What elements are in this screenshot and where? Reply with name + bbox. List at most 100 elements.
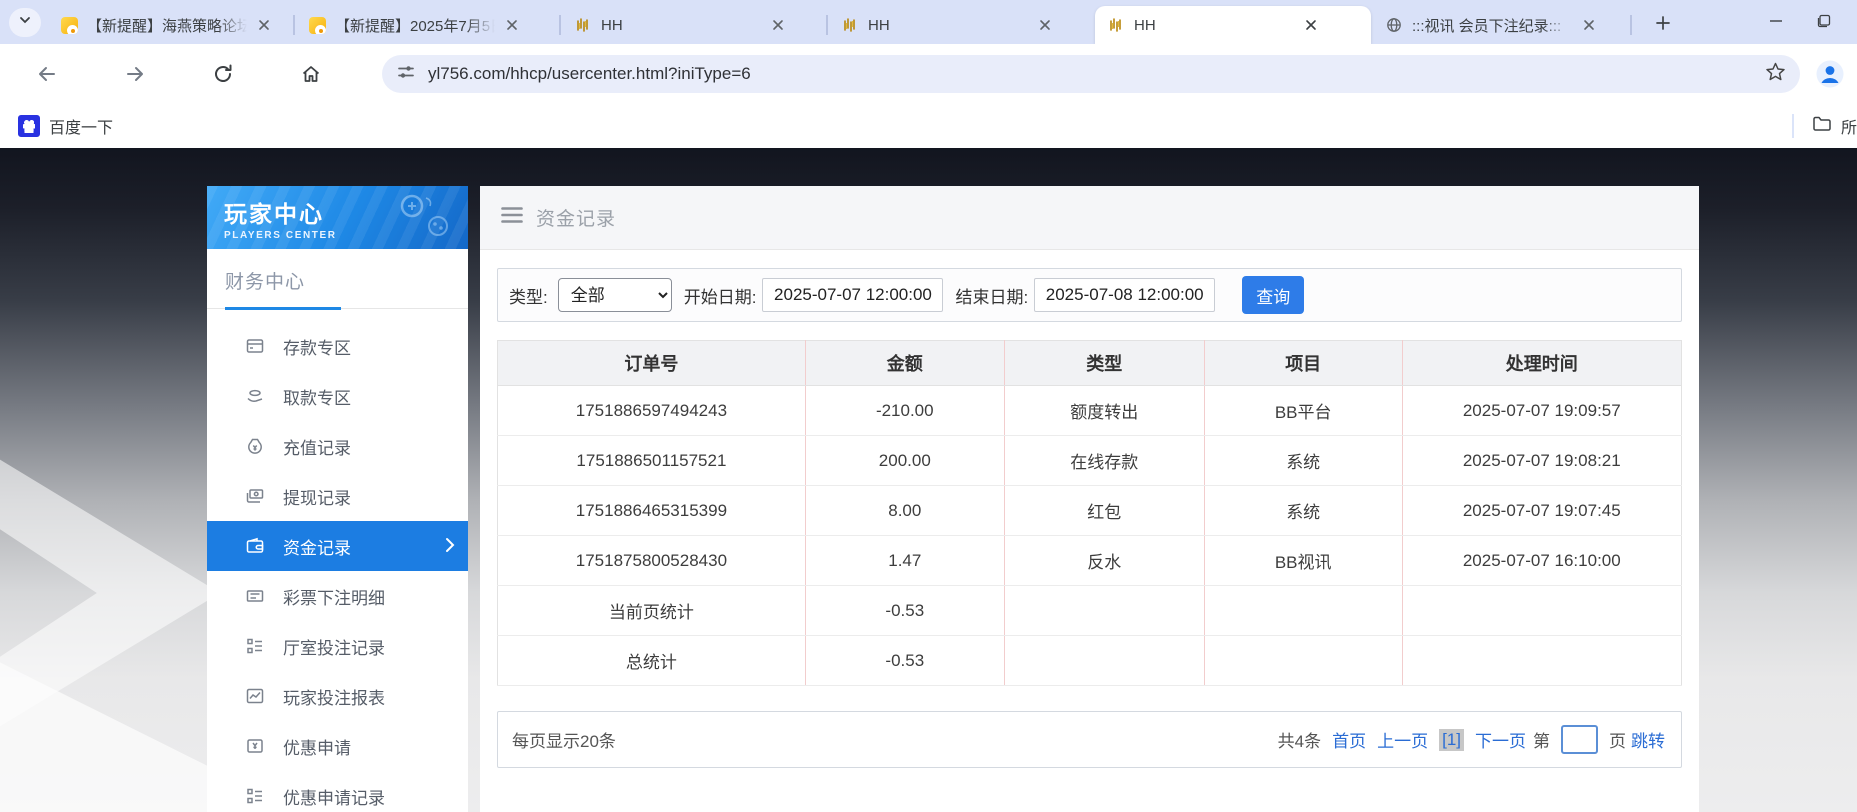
page-title: 资金记录 [536, 204, 616, 231]
profile-avatar[interactable] [1816, 60, 1844, 88]
end-date-input[interactable] [1034, 278, 1215, 312]
all-bookmarks-label: 所 [1841, 114, 1857, 138]
close-icon[interactable] [1302, 16, 1320, 34]
sidebar-item-recharge-records[interactable]: 充值记录 [207, 421, 468, 471]
sidebar-item-hall-bet-records[interactable]: 厅室投注记录 [207, 621, 468, 671]
page-number-input[interactable] [1561, 725, 1598, 754]
filter-bar: 类型: 全部 开始日期: 结束日期: 查询 [497, 268, 1682, 322]
tab-title: 【新提醒】海燕策略论坛综 [87, 15, 247, 36]
main-body: 类型: 全部 开始日期: 结束日期: 查询 [480, 250, 1699, 768]
browser-toolbar: yl756.com/hhcp/usercenter.html?iniType=6 [0, 44, 1857, 104]
sidebar-item-player-bet-report[interactable]: 玩家投注报表 [207, 671, 468, 721]
baidu-paw-icon [18, 115, 40, 137]
finance-center-section-label: 财务中心 [225, 267, 468, 294]
all-bookmarks[interactable]: 所 [1792, 104, 1857, 148]
forward-icon[interactable] [118, 57, 152, 91]
tab-search-button[interactable] [9, 8, 41, 37]
chevron-down-icon [18, 13, 32, 32]
page-suffix-label: 页 [1609, 727, 1626, 752]
browser-tab-1[interactable]: 【新提醒】海燕策略论坛综 [48, 6, 294, 44]
section-divider [207, 308, 468, 309]
minimize-button[interactable] [1752, 0, 1800, 42]
col-project: 项目 [1204, 341, 1402, 386]
next-page-link[interactable]: 下一页 [1475, 727, 1526, 752]
type-select[interactable]: 全部 [558, 278, 672, 312]
home-icon[interactable] [294, 57, 328, 91]
sidebar-item-promo-apply-records[interactable]: 优惠申请记录 [207, 771, 468, 812]
bookmark-star-icon[interactable] [1765, 61, 1786, 87]
close-icon[interactable] [1036, 16, 1054, 34]
close-icon[interactable] [503, 16, 521, 34]
col-order-id: 订单号 [498, 341, 806, 386]
sidebar: 玩家中心 PLAYERS CENTER 财务中心 存款专区 [207, 186, 468, 812]
coupon-icon [244, 735, 266, 757]
gold-seal-icon [1107, 16, 1125, 34]
search-button[interactable]: 查询 [1242, 276, 1304, 314]
browser-tab-2[interactable]: 【新提醒】2025年7月5日 [296, 6, 560, 44]
tab-strip: 【新提醒】海燕策略论坛综 【新提醒】2025年7月5日 HH [0, 0, 1857, 44]
first-page-link[interactable]: 首页 [1332, 727, 1366, 752]
col-amount: 金额 [805, 341, 1004, 386]
reload-icon[interactable] [206, 57, 240, 91]
jump-link[interactable]: 跳转 [1631, 727, 1665, 752]
browser-window: 【新提醒】海燕策略论坛综 【新提醒】2025年7月5日 HH [0, 0, 1857, 812]
page-prefix-label: 第 [1533, 727, 1550, 752]
close-icon[interactable] [255, 16, 273, 34]
end-date-label: 结束日期: [955, 283, 1028, 308]
close-icon[interactable] [769, 16, 787, 34]
table-row: 1751886597494243 -210.00 额度转出 BB平台 2025-… [498, 386, 1682, 436]
browser-tab-5-active[interactable]: HH [1095, 6, 1371, 44]
type-label: 类型: [509, 283, 548, 308]
sidebar-item-deposit-zone[interactable]: 存款专区 [207, 321, 468, 371]
main-panel: 资金记录 类型: 全部 开始日期: 结束日期: 查询 [480, 186, 1699, 812]
pagination-bar: 每页显示20条 共4条 首页 上一页 [1] 下一页 第 页 跳转 [497, 711, 1682, 768]
maximize-button[interactable] [1800, 0, 1848, 42]
url-text[interactable]: yl756.com/hhcp/usercenter.html?iniType=6 [428, 64, 1765, 84]
sidebar-item-funds-records[interactable]: 资金记录 [207, 521, 468, 571]
tab-title: 【新提醒】2025年7月5日 [335, 15, 495, 36]
start-date-label: 开始日期: [684, 283, 757, 308]
gold-seal-icon [841, 16, 859, 34]
total-count-label: 共4条 [1278, 727, 1321, 752]
bookmark-label: 百度一下 [49, 114, 113, 138]
browser-tab-4[interactable]: HH [829, 6, 1093, 44]
tab-title: HH [601, 17, 761, 34]
table-header-row: 订单号 金额 类型 项目 处理时间 [498, 341, 1682, 386]
close-icon[interactable] [1580, 16, 1598, 34]
sidebar-item-withdrawal-records[interactable]: 提现记录 [207, 471, 468, 521]
sidebar-item-lottery-bet-details[interactable]: 彩票下注明细 [207, 571, 468, 621]
browser-tab-3[interactable]: HH [562, 6, 827, 44]
prev-page-link[interactable]: 上一页 [1377, 727, 1428, 752]
sidebar-header: 玩家中心 PLAYERS CENTER [207, 186, 468, 249]
current-page-badge: [1] [1439, 729, 1464, 751]
globe-icon [1385, 16, 1403, 34]
browser-tab-6[interactable]: :::视讯 会员下注纪录::: [1373, 6, 1631, 44]
bookmark-baidu[interactable]: 百度一下 [18, 114, 113, 138]
new-tab-button[interactable] [1648, 8, 1678, 38]
table-row: 1751886501157521 200.00 在线存款 系统 2025-07-… [498, 436, 1682, 486]
tab-title: :::视讯 会员下注纪录::: [1412, 15, 1572, 36]
money-bag-icon [244, 435, 266, 457]
tab-title: HH [868, 17, 1028, 34]
banknotes-icon [244, 485, 266, 507]
ticket-list-icon [244, 585, 266, 607]
col-process-time: 处理时间 [1402, 341, 1681, 386]
gold-seal-icon [574, 16, 592, 34]
table-summary-row-page: 当前页统计 -0.53 [498, 586, 1682, 636]
gamepad-icon [398, 194, 454, 243]
table-row: 1751886465315399 8.00 红包 系统 2025-07-07 1… [498, 486, 1682, 536]
start-date-input[interactable] [762, 278, 943, 312]
wallet-icon [244, 535, 266, 557]
list-icon [244, 785, 266, 807]
hamburger-menu-icon[interactable] [501, 206, 523, 229]
page-background: 玩家中心 PLAYERS CENTER 财务中心 存款专区 [0, 148, 1857, 812]
chevron-right-icon [445, 537, 455, 558]
site-settings-icon[interactable] [396, 62, 416, 87]
sidebar-item-withdraw-zone[interactable]: 取款专区 [207, 371, 468, 421]
url-bar[interactable]: yl756.com/hhcp/usercenter.html?iniType=6 [382, 55, 1800, 93]
bookmarks-bar: 百度一下 所 [0, 104, 1857, 148]
back-icon[interactable] [30, 57, 64, 91]
table-summary-row-total: 总统计 -0.53 [498, 636, 1682, 686]
chart-icon [244, 685, 266, 707]
sidebar-item-promo-apply[interactable]: 优惠申请 [207, 721, 468, 771]
